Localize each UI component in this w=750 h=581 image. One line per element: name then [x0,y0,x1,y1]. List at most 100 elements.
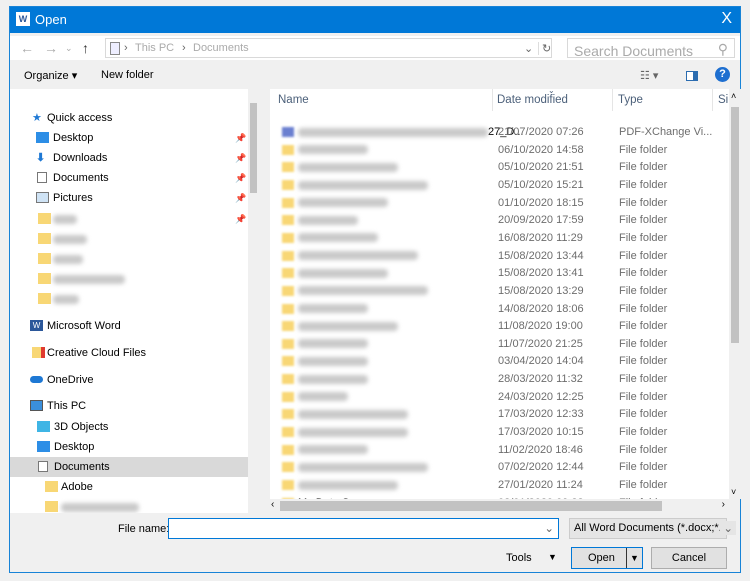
folder-icon [282,391,294,402]
file-row[interactable]: 05/10/2020 15:21 File folder [270,177,729,194]
file-date: 11/08/2020 19:00 [498,320,583,333]
document-icon [37,172,47,183]
sidebar-item-documents[interactable]: Documents 📌 [10,168,248,188]
file-row[interactable]: 15/08/2020 13:41 File folder [270,265,729,282]
sidebar-item-onedrive[interactable]: OneDrive [10,370,248,390]
folder-icon [45,501,58,512]
file-row[interactable]: 11/07/2020 21:25 File folder [270,336,729,353]
file-row[interactable]: 11/08/2020 19:00 File folder [270,318,729,335]
file-date: 28/03/2020 11:32 [498,373,583,386]
file-row[interactable]: 05/10/2020 21:51 File folder [270,159,729,176]
sidebar-item-desktop[interactable]: Desktop 📌 [10,128,248,148]
column-size[interactable]: Si [718,94,728,106]
file-date: 06/10/2020 14:58 [498,143,584,156]
file-row[interactable]: 24/03/2020 12:25 File folder [270,389,729,406]
breadcrumb-documents[interactable]: Documents [193,42,249,54]
file-row[interactable]: 03/04/2020 14:04 File folder [270,353,729,370]
refresh-icon[interactable]: ↻ [538,42,551,55]
file-row[interactable]: 15/08/2020 13:44 File folder [270,248,729,265]
file-type-select[interactable]: All Word Documents (*.docx;*.docm;*.dotx… [569,518,727,539]
search-input[interactable]: Search Documents ⚲ [567,38,735,59]
file-type: File folder [619,408,668,421]
sidebar-item-adobe[interactable]: Adobe [10,477,248,497]
file-row[interactable]: 01/10/2020 18:15 File folder [270,195,729,212]
back-icon[interactable]: ← [20,40,34,56]
sidebar-item-blurred[interactable] [10,497,248,513]
file-date: 11/07/2020 21:25 [498,337,583,350]
file-name-dropdown-icon[interactable]: ⌄ [544,521,554,535]
cancel-button[interactable]: Cancel [651,547,727,569]
file-row[interactable]: 16/08/2020 11:29 File folder [270,230,729,247]
sidebar-item-creative-cloud[interactable]: Creative Cloud Files [10,343,248,363]
file-row[interactable]: 27/01/2020 11:24 File folder [270,477,729,494]
preview-pane-icon[interactable] [686,71,698,81]
scroll-left-icon[interactable]: ‹ [271,499,274,510]
recent-dropdown-icon[interactable]: ⌄ [65,43,73,54]
tools-dropdown-icon[interactable]: ▼ [548,552,557,562]
sidebar-item-this-pc[interactable]: This PC [10,396,248,416]
up-icon[interactable]: ↑ [82,40,89,56]
file-row[interactable]: 15/08/2020 13:29 File folder [270,283,729,300]
file-row[interactable]: 06/10/2020 14:58 File folder [270,142,729,159]
organize-button[interactable]: Organize ▾ [24,69,77,82]
address-dropdown-icon[interactable]: ⌄ [524,42,533,55]
scroll-up-icon[interactable]: ˄ [731,91,736,101]
folder-icon [282,162,294,173]
scrollbar-thumb[interactable] [250,103,257,193]
file-row[interactable]: 28/03/2020 11:32 File folder [270,371,729,388]
file-date: 15/08/2020 13:41 [498,267,584,280]
sidebar-item-documents-pc[interactable]: Documents [10,457,248,477]
file-date: 05/10/2020 21:51 [498,161,584,174]
sidebar-item-blurred[interactable] [10,269,248,289]
column-type[interactable]: Type [618,94,643,106]
forward-icon[interactable]: → [44,40,58,56]
sidebar-item-downloads[interactable]: ⬇ Downloads 📌 [10,148,248,168]
file-row[interactable]: 07/02/2020 12:44 File folder [270,459,729,476]
file-row[interactable]: 27_D... 21/07/2020 07:26 PDF-XChange Vi... [270,124,729,141]
file-row[interactable]: 17/03/2020 12:33 File folder [270,406,729,423]
sidebar-item-3d-objects[interactable]: 3D Objects [10,417,248,437]
sort-indicator-icon: ⌄ [548,89,555,95]
file-row[interactable]: 17/03/2020 10:15 File folder [270,424,729,441]
file-date: 24/03/2020 12:25 [498,390,584,403]
pin-icon: 📌 [235,193,247,203]
breadcrumb-this-pc[interactable]: This PC [135,42,174,54]
file-row[interactable]: 11/02/2020 18:46 File folder [270,442,729,459]
help-icon[interactable]: ? [715,67,730,82]
address-bar[interactable]: › This PC › Documents ⌄ ↻ [105,38,552,58]
file-type: File folder [619,443,668,456]
scroll-right-icon[interactable]: › [722,499,725,510]
view-options-icon[interactable]: ☷ ▾ [640,69,658,82]
sidebar-item-blurred[interactable] [10,289,248,309]
file-name-input[interactable]: ⌄ [168,518,559,539]
file-list-vertical-scrollbar[interactable]: ˄ ˅ [729,89,741,499]
file-row[interactable]: 20/09/2020 17:59 File folder [270,212,729,229]
file-list-horizontal-scrollbar[interactable]: ‹ › [270,499,729,513]
file-type-dropdown-icon: ⌄ [720,521,736,535]
star-icon: ★ [32,112,42,124]
file-date: 17/03/2020 10:15 [498,426,584,439]
sidebar-item-quick-access[interactable]: ★ Quick access [10,108,248,128]
column-date-modified[interactable]: Date modified [497,94,568,106]
scrollbar-thumb[interactable] [280,501,662,511]
tools-button[interactable]: Tools [506,552,532,564]
navigation-scrollbar[interactable] [248,89,259,513]
sidebar-item-blurred[interactable]: 📌 [10,209,248,229]
file-type: File folder [619,461,668,474]
open-dropdown-icon[interactable]: ▼ [626,548,642,568]
file-date: 20/09/2020 17:59 [498,214,584,227]
column-name[interactable]: Name [278,94,309,106]
file-row[interactable]: 14/08/2020 18:06 File folder [270,301,729,318]
sidebar-item-desktop-pc[interactable]: Desktop [10,437,248,457]
sidebar-item-blurred[interactable] [10,229,248,249]
sidebar-item-microsoft-word[interactable]: W Microsoft Word [10,316,248,336]
new-folder-button[interactable]: New folder [101,69,154,81]
sidebar-item-blurred[interactable] [10,249,248,269]
scroll-down-icon[interactable]: ˅ [731,487,736,497]
scrollbar-thumb[interactable] [731,107,739,343]
close-button[interactable]: X [721,10,732,28]
file-type-value: All Word Documents (*.docx;*.docm;*.dotx… [574,522,726,534]
open-button[interactable]: Open ▼ [571,547,643,569]
command-bar: Organize ▾ New folder ☷ ▾ ? [10,62,740,89]
sidebar-item-pictures[interactable]: Pictures 📌 [10,188,248,208]
